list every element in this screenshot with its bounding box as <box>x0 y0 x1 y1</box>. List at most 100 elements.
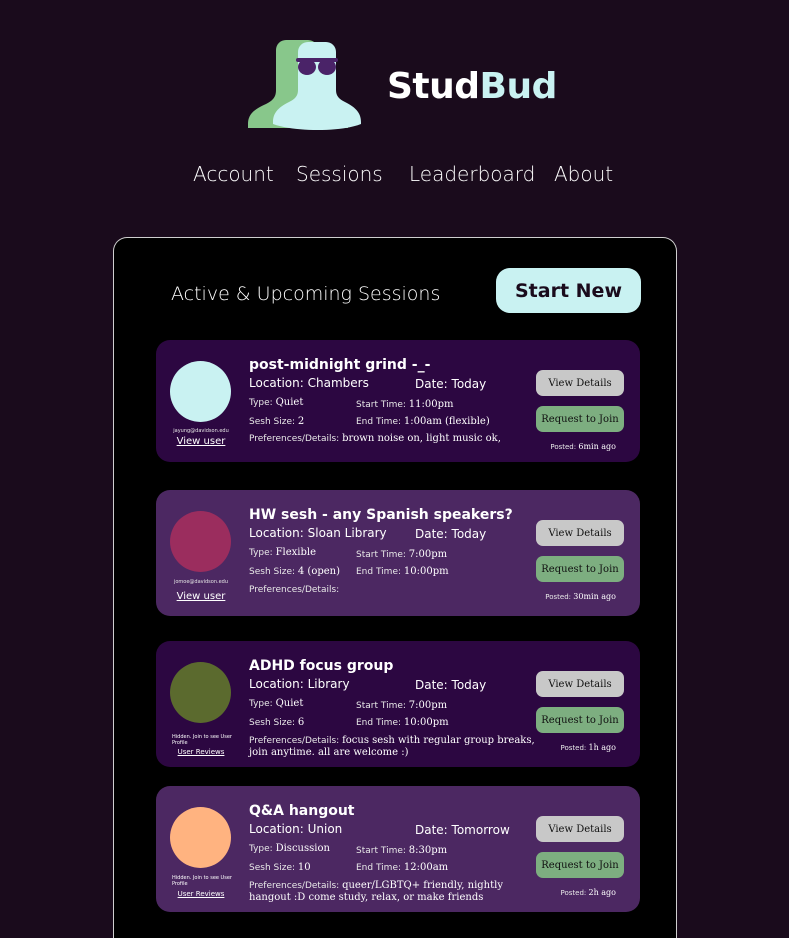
session-date: Date: Today <box>415 678 487 692</box>
nav-about[interactable]: About <box>554 162 613 186</box>
end-value: 10:00pm <box>403 566 449 577</box>
session-type: Type: Quiet <box>249 698 303 710</box>
start-label: Start Time: <box>356 400 406 410</box>
size-label: Sesh Size: <box>249 417 296 427</box>
session-location: Location: Union <box>249 822 343 836</box>
avatar <box>170 662 231 723</box>
brand-part1: Stud <box>387 66 480 107</box>
session-location: Location: Chambers <box>249 376 369 390</box>
user-reviews-link[interactable]: User Reviews <box>156 890 246 899</box>
posted-value: 6min ago <box>578 442 616 451</box>
session-size: Sesh Size: 10 <box>249 862 311 874</box>
session-start: Start Time: 11:00pm <box>356 399 453 411</box>
prefs-label: Preferences/Details: <box>249 434 340 444</box>
session-card: jomoe@davidson.edu View user HW sesh - a… <box>156 490 640 616</box>
posted-time: Posted: 30min ago <box>545 592 616 602</box>
start-value: 7:00pm <box>408 700 448 711</box>
session-start: Start Time: 7:00pm <box>356 700 447 712</box>
start-label: Start Time: <box>356 701 406 711</box>
session-size: Sesh Size: 6 <box>249 717 304 729</box>
session-prefs: Preferences/Details: focus sesh with reg… <box>249 735 539 759</box>
request-join-button[interactable]: Request to Join <box>536 707 624 733</box>
posted-time: Posted: 6min ago <box>550 442 616 452</box>
session-location: Location: Library <box>249 677 350 691</box>
prefs-label: Preferences/Details: <box>249 585 340 595</box>
session-title: HW sesh - any Spanish speakers? <box>249 507 513 523</box>
session-type: Type: Discussion <box>249 843 330 855</box>
main-nav: Account Sessions Leaderboard About <box>0 162 789 188</box>
session-size: Sesh Size: 2 <box>249 416 304 428</box>
view-details-button[interactable]: View Details <box>536 370 624 396</box>
avatar[interactable] <box>170 361 231 422</box>
session-prefs: Preferences/Details: <box>249 584 539 596</box>
session-title: ADHD focus group <box>249 658 394 674</box>
posted-label: Posted: <box>550 443 577 451</box>
prefs-label: Preferences/Details: <box>249 736 340 746</box>
start-value: 7:00pm <box>408 549 448 560</box>
view-details-button[interactable]: View Details <box>536 671 624 697</box>
session-prefs: Preferences/Details: queer/LGBTQ+ friend… <box>249 880 539 904</box>
end-value: 12:00am <box>403 862 449 873</box>
end-value: 1:00am (flexible) <box>403 416 490 427</box>
posted-time: Posted: 2h ago <box>561 888 617 898</box>
session-prefs: Preferences/Details: brown noise on, lig… <box>249 433 539 445</box>
end-label: End Time: <box>356 567 402 577</box>
nav-account[interactable]: Account <box>193 162 274 186</box>
posted-time: Posted: 1h ago <box>561 743 617 753</box>
session-end: End Time: 10:00pm <box>356 717 449 729</box>
size-value: 4 (open) <box>297 566 341 577</box>
brand-part2: Bud <box>479 66 558 107</box>
session-end: End Time: 12:00am <box>356 862 448 874</box>
session-location: Location: Sloan Library <box>249 526 387 540</box>
avatar[interactable] <box>170 511 231 572</box>
start-new-button[interactable]: Start New <box>496 268 641 313</box>
type-value: Quiet <box>275 397 304 408</box>
size-value: 6 <box>297 717 305 728</box>
end-label: End Time: <box>356 863 402 873</box>
session-type: Type: Flexible <box>249 547 316 559</box>
nav-sessions[interactable]: Sessions <box>296 162 383 186</box>
hidden-profile-note: Hidden. Join to see User Profile <box>172 875 232 887</box>
type-value: Quiet <box>275 698 304 709</box>
session-date: Date: Today <box>415 527 487 541</box>
session-start: Start Time: 7:00pm <box>356 549 447 561</box>
request-join-button[interactable]: Request to Join <box>536 852 624 878</box>
type-label: Type: <box>249 398 273 408</box>
view-details-button[interactable]: View Details <box>536 816 624 842</box>
session-end: End Time: 10:00pm <box>356 566 449 578</box>
posted-value: 30min ago <box>573 592 616 601</box>
posted-label: Posted: <box>545 593 572 601</box>
session-date: Date: Today <box>415 377 487 391</box>
session-title: Q&A hangout <box>249 803 355 819</box>
session-title: post-midnight grind -_- <box>249 357 431 373</box>
session-card: jayung@davidson.edu View user post-midni… <box>156 340 640 462</box>
session-date: Date: Tomorrow <box>415 823 510 837</box>
posted-label: Posted: <box>560 889 587 897</box>
panel-title: Active & Upcoming Sessions <box>171 283 441 305</box>
type-value: Flexible <box>275 547 317 558</box>
request-join-button[interactable]: Request to Join <box>536 556 624 582</box>
session-size: Sesh Size: 4 (open) <box>249 566 340 578</box>
type-value: Discussion <box>275 843 330 854</box>
avatar <box>170 807 231 868</box>
size-label: Sesh Size: <box>249 863 296 873</box>
start-label: Start Time: <box>356 846 406 856</box>
end-label: End Time: <box>356 718 402 728</box>
view-user-link[interactable]: View user <box>156 436 246 448</box>
type-label: Type: <box>249 548 273 558</box>
user-reviews-link[interactable]: User Reviews <box>156 748 246 757</box>
prefs-label: Preferences/Details: <box>249 881 340 891</box>
nav-leaderboard[interactable]: Leaderboard <box>409 162 535 186</box>
size-label: Sesh Size: <box>249 567 296 577</box>
session-card: Hidden. Join to see User Profile User Re… <box>156 641 640 767</box>
request-join-button[interactable]: Request to Join <box>536 406 624 432</box>
view-details-button[interactable]: View Details <box>536 520 624 546</box>
end-value: 10:00pm <box>403 717 449 728</box>
brand-name: StudBud <box>387 66 557 108</box>
start-value: 8:30pm <box>408 845 448 856</box>
user-email: jomoe@davidson.edu <box>173 579 229 585</box>
studbud-logo-icon <box>248 40 361 130</box>
view-user-link[interactable]: View user <box>156 591 246 603</box>
start-label: Start Time: <box>356 550 406 560</box>
start-value: 11:00pm <box>408 399 454 410</box>
